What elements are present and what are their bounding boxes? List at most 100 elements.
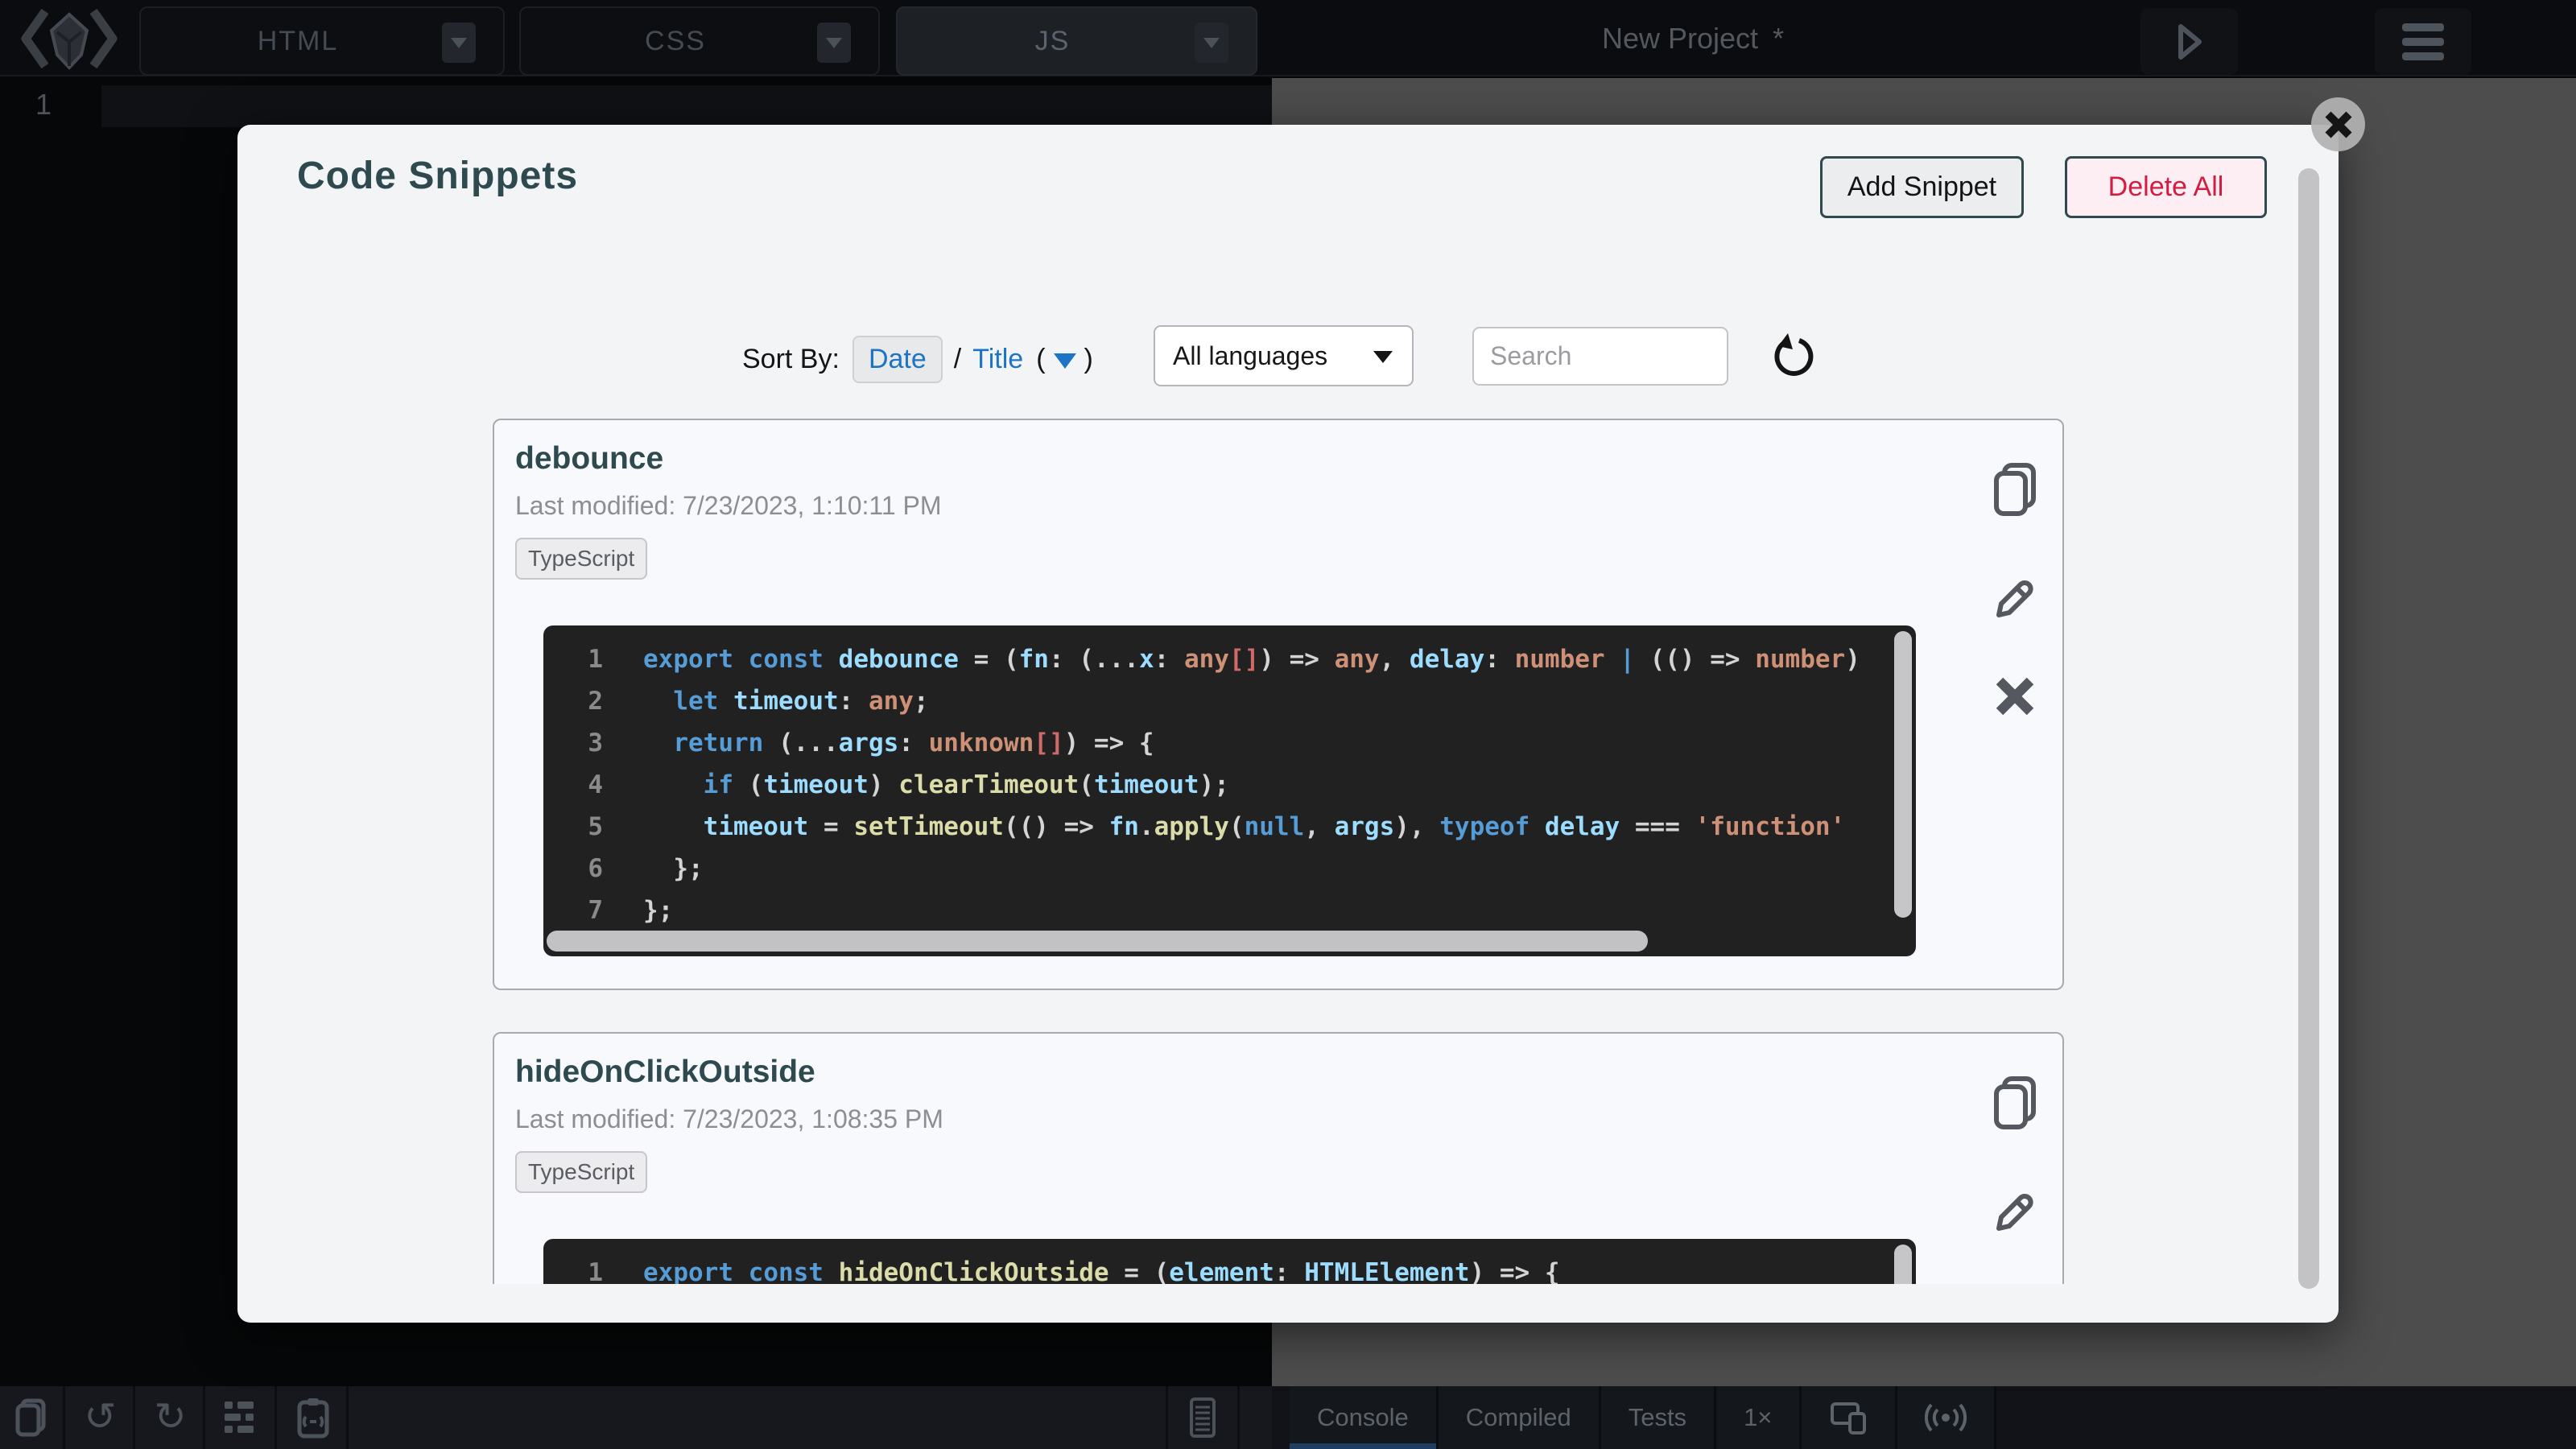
hamburger-icon [2401, 20, 2446, 64]
copy-snippet-icon[interactable] [1990, 460, 2040, 518]
snippet-code-block[interactable]: 1export const debounce = (fn: (...x: any… [543, 625, 1916, 956]
sort-by-date-button[interactable]: Date [852, 336, 943, 383]
code-line: 2 let timeout: any; [566, 680, 1916, 722]
active-tab-underline [1290, 1443, 1436, 1449]
paren-open: ( [1036, 344, 1045, 375]
clipboard-link-icon [295, 1396, 332, 1439]
sort-by-title-button[interactable]: Title [972, 344, 1023, 375]
line-number: 5 [566, 806, 603, 848]
copy-code-button[interactable] [0, 1386, 65, 1449]
broadcast-icon [1925, 1400, 1967, 1435]
code-text: if (timeout) clearTimeout(timeout); [643, 764, 1229, 806]
refresh-button[interactable] [1770, 333, 1815, 378]
redo-button[interactable]: ↻ [138, 1386, 205, 1449]
code-line: 1 export const hideOnClickOutside = (elem… [566, 1252, 1916, 1284]
snippet-code-block[interactable]: 1 export const hideOnClickOutside = (elem… [543, 1239, 1916, 1284]
menu-button[interactable] [2375, 8, 2471, 75]
snippet-title: debounce [515, 441, 663, 477]
line-number: 7 [566, 890, 603, 931]
editor-tab-dropdown-button[interactable] [442, 23, 476, 63]
editor-tab-label: HTML [258, 26, 387, 57]
code-snippets-modal: Code Snippets Add Snippet Delete All Sor… [237, 125, 2339, 1323]
unsaved-indicator: * [1773, 22, 1784, 56]
delete-snippet-icon[interactable] [1993, 675, 2037, 718]
code-vertical-scrollbar[interactable] [1894, 1245, 1912, 1284]
code-text: return (...args: unknown[]) => { [643, 722, 1154, 764]
top-header: HTMLCSSJS New Project * [0, 0, 2576, 76]
format-code-button[interactable] [1166, 1386, 1240, 1449]
modal-scroll-viewport[interactable]: Code Snippets Add Snippet Delete All Sor… [237, 125, 2339, 1284]
code-line: 5 timeout = setTimeout(() => fn.apply(nu… [566, 806, 1916, 848]
responsive-views-button[interactable] [1802, 1386, 1897, 1449]
undo-icon: ↺ [84, 1398, 116, 1437]
play-icon [2174, 21, 2206, 63]
output-tab-label: 1× [1744, 1403, 1772, 1432]
live-reload-button[interactable] [1897, 1386, 1996, 1449]
modal-close-button[interactable] [2311, 97, 2365, 151]
output-tab-1[interactable]: 1× [1716, 1386, 1802, 1449]
code-line: 4 if (timeout) clearTimeout(timeout); [566, 764, 1916, 806]
modal-scrollbar-thumb[interactable] [2298, 168, 2319, 1289]
editor-tab-dropdown-button[interactable] [817, 23, 851, 63]
snippet-last-modified: Last modified: 7/23/2023, 1:10:11 PM [515, 491, 942, 521]
editor-tab-label: CSS [645, 26, 754, 57]
output-tab-label: Compiled [1466, 1403, 1571, 1432]
devices-icon [1829, 1399, 1868, 1436]
document-icon [1185, 1397, 1220, 1439]
line-number: 1 [566, 1252, 603, 1284]
edit-snippet-icon[interactable] [1990, 1185, 2040, 1235]
code-horizontal-scrollbar[interactable] [547, 931, 1648, 952]
run-button[interactable] [2140, 8, 2238, 75]
chevron-down-icon [1203, 38, 1220, 48]
snippet-language-badge: TypeScript [515, 538, 647, 580]
editor-tab-css[interactable]: CSS [519, 6, 880, 76]
code-text: export const debounce = (fn: (...x: any[… [643, 638, 1860, 680]
language-filter-select[interactable]: All languages [1154, 325, 1414, 386]
snippet-last-modified: Last modified: 7/23/2023, 1:08:35 PM [515, 1104, 943, 1134]
code-text: export const hideOnClickOutside = (eleme… [643, 1252, 1560, 1284]
editor-tab-label: JS [1035, 26, 1119, 57]
editor-tab-dropdown-button[interactable] [1195, 23, 1228, 63]
output-tab-compiled[interactable]: Compiled [1439, 1386, 1601, 1449]
code-text: let timeout: any; [643, 680, 929, 722]
snippet-language-badge: TypeScript [515, 1151, 647, 1193]
output-tab-label: Console [1317, 1403, 1409, 1432]
select-caret-icon [1373, 351, 1393, 363]
code-text: }; [643, 848, 704, 890]
copy-icon [13, 1396, 50, 1439]
editor-tab-js[interactable]: JS [896, 6, 1257, 76]
app-root: HTMLCSSJS New Project * 1 [0, 0, 2576, 1449]
chevron-down-icon [451, 38, 467, 48]
edit-snippet-icon[interactable] [1990, 572, 2040, 621]
code-line: 1export const debounce = (fn: (...x: any… [566, 638, 1916, 680]
snippet-card: hideOnClickOutside Last modified: 7/23/2… [493, 1032, 2064, 1284]
output-tab-console[interactable]: Console [1290, 1386, 1439, 1449]
app-logo-icon [18, 5, 121, 72]
code-text: }; [643, 890, 673, 931]
code-line: 7}; [566, 890, 1916, 931]
sort-by-label: Sort By: [742, 344, 840, 375]
list-options-icon [223, 1400, 260, 1435]
undo-button[interactable]: ↺ [68, 1386, 135, 1449]
code-line: 3 return (...args: unknown[]) => { [566, 722, 1916, 764]
editor-tab-html[interactable]: HTML [139, 6, 505, 76]
editor-current-line [101, 85, 1272, 127]
code-text: timeout = setTimeout(() => fn.apply(null… [643, 806, 1845, 848]
output-tabs: Console Compiled Tests 1× [1290, 1386, 2576, 1449]
editor-settings-button[interactable] [208, 1386, 277, 1449]
bottom-bar-left: ↺ ↻ [0, 1386, 1272, 1449]
bottom-bar-right: Console Compiled Tests 1× [1272, 1386, 2576, 1449]
sort-separator: / [954, 344, 961, 375]
add-snippet-button[interactable]: Add Snippet [1820, 156, 2024, 218]
snippet-title: hideOnClickOutside [515, 1055, 815, 1090]
output-tab-tests[interactable]: Tests [1601, 1386, 1716, 1449]
language-filter-value: All languages [1173, 341, 1327, 371]
snippet-controls: Sort By: Date / Title ( ) All languages [742, 327, 1093, 391]
chevron-down-icon [826, 38, 842, 48]
code-vertical-scrollbar[interactable] [1894, 631, 1912, 918]
delete-all-button[interactable]: Delete All [2065, 156, 2267, 218]
snippet-search-input[interactable] [1472, 327, 1728, 386]
sort-direction-toggle[interactable]: ( ) [1036, 344, 1093, 375]
copy-link-button[interactable] [279, 1386, 349, 1449]
copy-snippet-icon[interactable] [1990, 1074, 2040, 1132]
